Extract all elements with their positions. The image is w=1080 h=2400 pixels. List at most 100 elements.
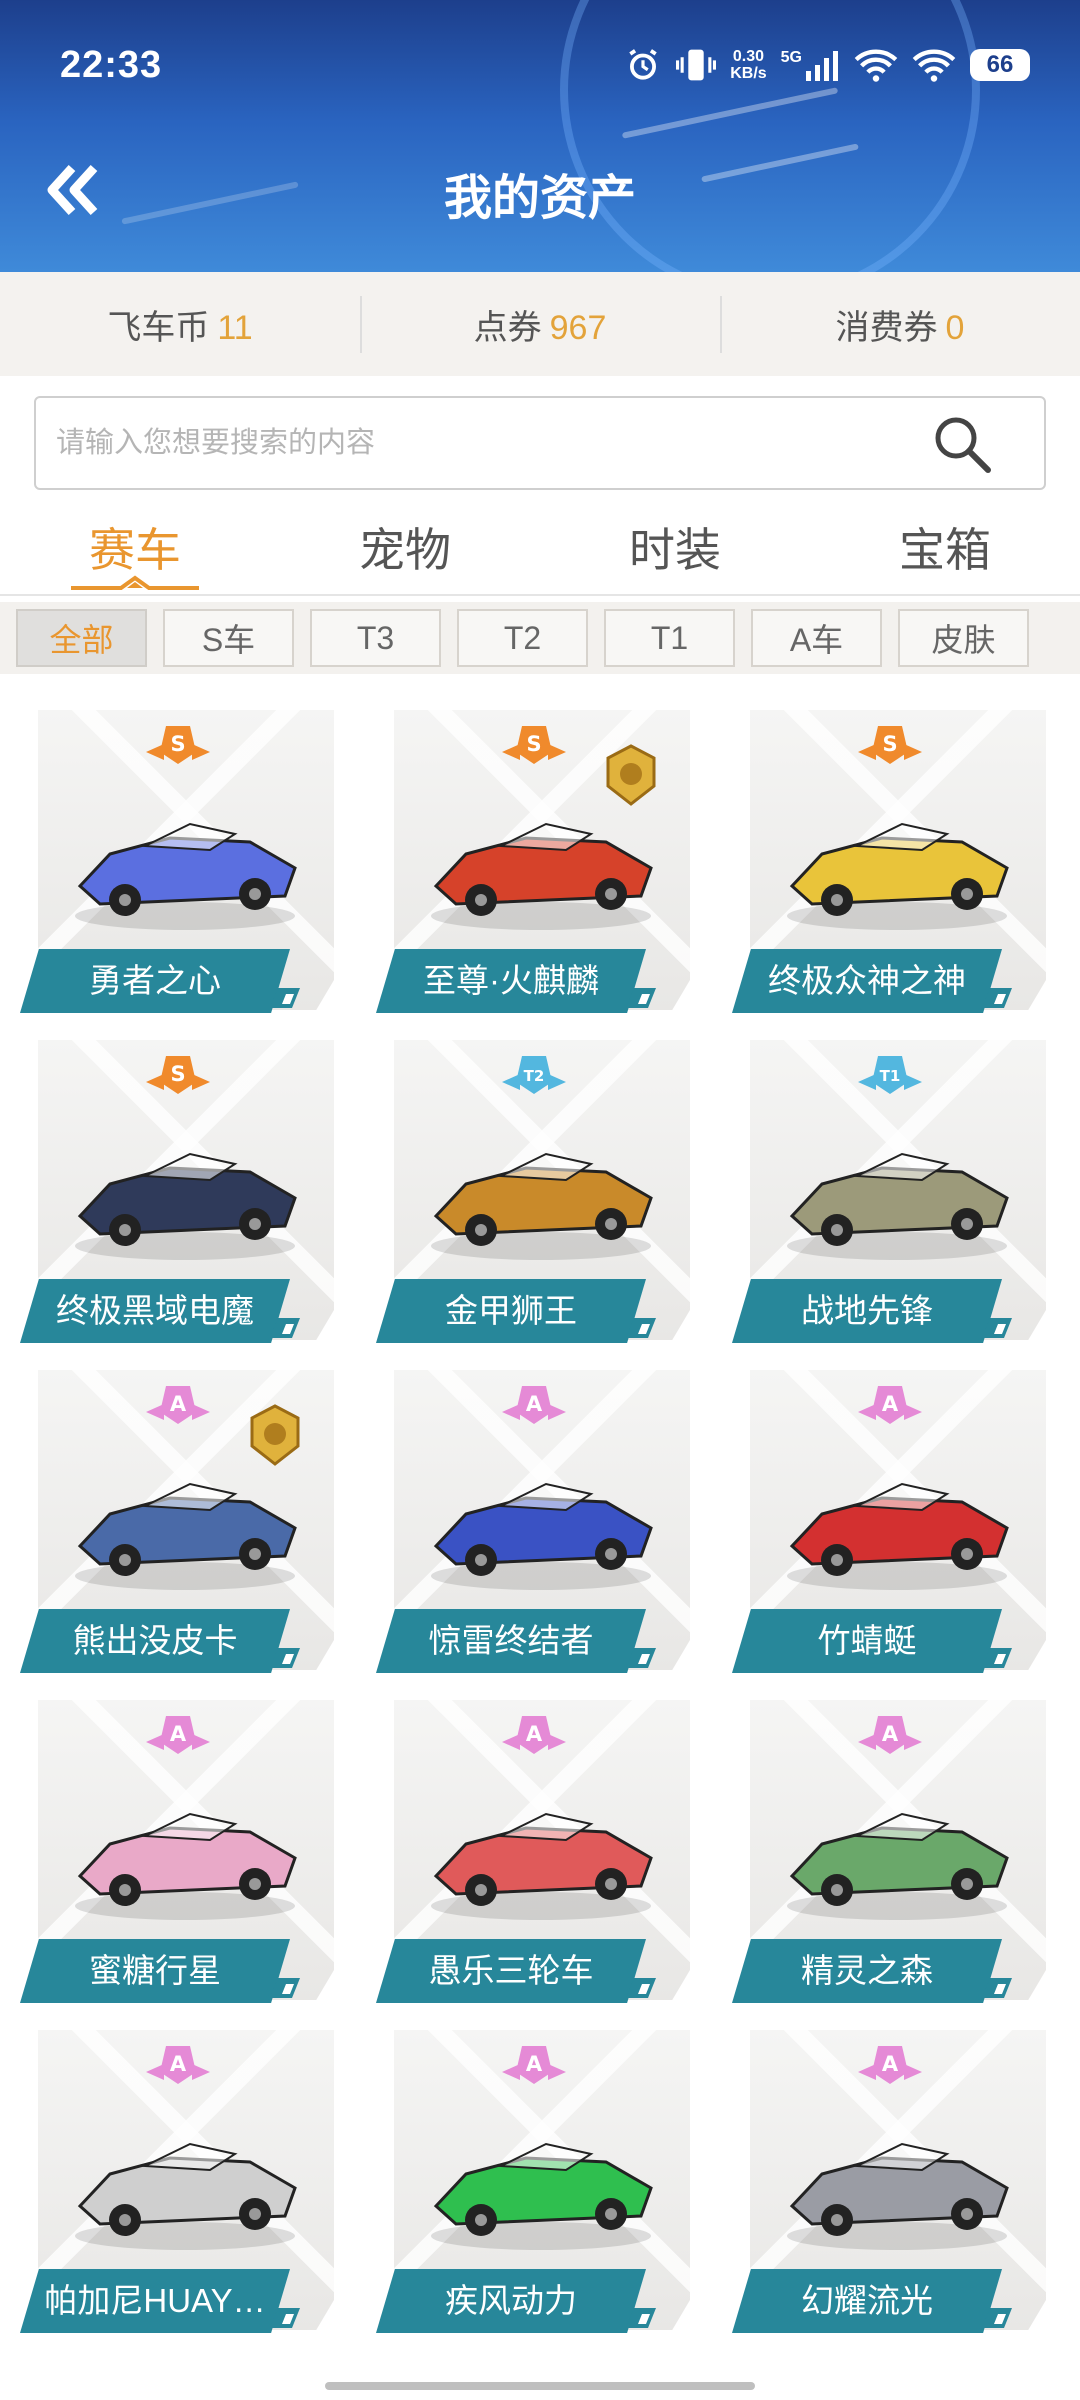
filter-all[interactable]: 全部: [16, 609, 147, 667]
cell-signal-icon: 5G: [781, 49, 840, 81]
tab-pet[interactable]: 宠物: [270, 506, 540, 594]
item-card[interactable]: A 精灵之森: [732, 1696, 1047, 2006]
item-card[interactable]: S 至尊·火麒麟: [376, 706, 691, 1016]
filter-t3[interactable]: T3: [310, 609, 441, 667]
corner-mark-icon: [982, 1648, 1012, 1668]
svg-text:A: A: [169, 2052, 186, 2076]
svg-text:A: A: [525, 1722, 542, 1746]
item-card[interactable]: T1 战地先锋: [732, 1036, 1047, 1346]
car-image: [75, 1812, 297, 1920]
corner-mark-icon: [626, 2308, 656, 2328]
medal-icon: [250, 1404, 300, 1466]
item-card[interactable]: A 帕加尼HUAY…: [20, 2026, 335, 2336]
car-image: [431, 1812, 653, 1920]
filter-a-car[interactable]: A车: [751, 609, 882, 667]
item-card[interactable]: S 勇者之心: [20, 706, 335, 1016]
grade-badge: T2: [376, 1052, 691, 1098]
header: 22:33 0.30 KB/s 5G 66 我的资产: [0, 0, 1080, 272]
search-box: [34, 396, 1046, 490]
item-name: 金甲狮王: [376, 1279, 646, 1343]
car-image: [431, 1152, 653, 1260]
svg-text:A: A: [881, 2052, 898, 2076]
car-image: [787, 2142, 1009, 2250]
item-card[interactable]: A 蜜糖行星: [20, 1696, 335, 2006]
car-image: [75, 1152, 297, 1260]
item-card[interactable]: A 竹蜻蜓: [732, 1366, 1047, 1676]
vibrate-icon: [676, 49, 717, 81]
item-name: 战地先锋: [732, 1279, 1002, 1343]
item-name: 精灵之森: [732, 1939, 1002, 2003]
car-image: [787, 1152, 1009, 1260]
corner-mark-icon: [270, 1318, 300, 1338]
grade-badge: A: [732, 2042, 1047, 2088]
car-image: [75, 2142, 297, 2250]
car-image: [75, 822, 297, 930]
svg-text:A: A: [525, 2052, 542, 2076]
status-bar: 22:33 0.30 KB/s 5G 66: [60, 40, 1030, 90]
item-name: 熊出没皮卡: [20, 1609, 290, 1673]
svg-text:A: A: [169, 1392, 186, 1416]
car-image: [787, 822, 1009, 930]
item-name: 惊雷终结者: [376, 1609, 646, 1673]
corner-mark-icon: [270, 988, 300, 1008]
car-image: [431, 1482, 653, 1590]
svg-text:A: A: [525, 1392, 542, 1416]
item-name: 愚乐三轮车: [376, 1939, 646, 2003]
medal-icon: [606, 744, 656, 806]
item-card[interactable]: A 愚乐三轮车: [376, 1696, 691, 2006]
item-name: 勇者之心: [20, 949, 290, 1013]
tab-racecar[interactable]: 赛车: [0, 506, 270, 594]
corner-mark-icon: [626, 988, 656, 1008]
search-input[interactable]: [36, 398, 916, 488]
car-image: [787, 1482, 1009, 1590]
alarm-icon: [629, 49, 657, 80]
item-card[interactable]: S 终极众神之神: [732, 706, 1047, 1016]
home-indicator[interactable]: [325, 2382, 755, 2390]
corner-mark-icon: [626, 1648, 656, 1668]
category-tabs: 赛车 宠物 时装 宝箱: [0, 506, 1080, 596]
item-name: 终极黑域电魔: [20, 1279, 290, 1343]
filter-t2[interactable]: T2: [457, 609, 588, 667]
active-tab-indicator: [71, 575, 199, 590]
grade-badge: T1: [732, 1052, 1047, 1098]
grade-badge: A: [732, 1382, 1047, 1428]
corner-mark-icon: [626, 1318, 656, 1338]
svg-text:A: A: [169, 1722, 186, 1746]
item-card[interactable]: A 疾风动力: [376, 2026, 691, 2336]
corner-mark-icon: [982, 1318, 1012, 1338]
grade-badge: A: [376, 1712, 691, 1758]
item-card[interactable]: A 幻耀流光: [732, 2026, 1047, 2336]
svg-text:A: A: [881, 1392, 898, 1416]
grade-badge: S: [20, 1052, 335, 1098]
status-time: 22:33: [60, 43, 163, 86]
filter-t1[interactable]: T1: [604, 609, 735, 667]
filter-skin[interactable]: 皮肤: [898, 609, 1029, 667]
grade-badge: S: [732, 722, 1047, 768]
item-card[interactable]: S 终极黑域电魔: [20, 1036, 335, 1346]
filter-chips: 全部 S车 T3 T2 T1 A车 皮肤: [0, 602, 1080, 674]
currency-xiaofeiquan: 消费券 0: [720, 295, 1080, 353]
corner-mark-icon: [270, 1648, 300, 1668]
item-name: 蜜糖行星: [20, 1939, 290, 2003]
filter-s-car[interactable]: S车: [163, 609, 294, 667]
item-card[interactable]: A 熊出没皮卡: [20, 1366, 335, 1676]
wifi-icon: [854, 49, 898, 82]
item-card[interactable]: A 惊雷终结者: [376, 1366, 691, 1676]
svg-text:S: S: [170, 732, 185, 756]
item-name: 疾风动力: [376, 2269, 646, 2333]
network-speed: 0.30 KB/s: [730, 48, 767, 82]
currency-dianquan: 点券 967: [360, 295, 720, 353]
tab-treasure-box[interactable]: 宝箱: [810, 506, 1080, 594]
car-image: [431, 2142, 653, 2250]
currency-feicheb: 飞车币 11: [107, 308, 253, 347]
item-card[interactable]: T2 金甲狮王: [376, 1036, 691, 1346]
grade-badge: S: [20, 722, 335, 768]
tab-fashion[interactable]: 时装: [540, 506, 810, 594]
svg-text:S: S: [526, 732, 541, 756]
svg-text:A: A: [881, 1722, 898, 1746]
svg-text:S: S: [170, 1062, 185, 1086]
search-icon[interactable]: [930, 412, 994, 476]
grade-badge: A: [20, 1712, 335, 1758]
grade-badge: A: [376, 2042, 691, 2088]
corner-mark-icon: [982, 1978, 1012, 1998]
